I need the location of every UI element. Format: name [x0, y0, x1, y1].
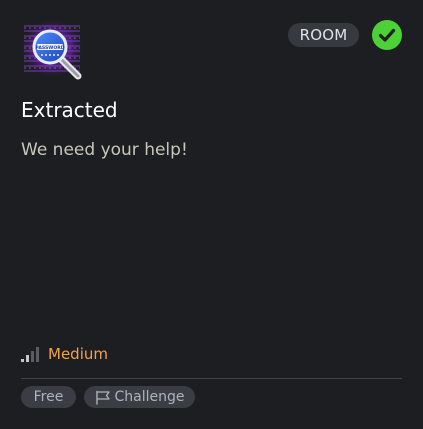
- divider: [21, 378, 402, 379]
- tag-label: Free: [33, 389, 64, 405]
- check-circle-icon: [372, 20, 402, 50]
- difficulty-label: Medium: [48, 345, 108, 363]
- difficulty-indicator: Medium: [21, 343, 108, 365]
- signal-bars-icon: [21, 347, 39, 362]
- password-magnifier-icon: PASSWORD: [20, 18, 86, 82]
- room-type-badge: ROOM: [288, 23, 359, 47]
- icon-text: PASSWORD: [35, 45, 64, 51]
- flag-icon: [95, 390, 110, 405]
- room-card[interactable]: PASSWORD ROOM Extracted We need your hel…: [0, 0, 423, 429]
- room-title[interactable]: Extracted: [21, 96, 118, 124]
- tag-free[interactable]: Free: [21, 386, 76, 408]
- tag-challenge[interactable]: Challenge: [84, 386, 195, 408]
- tag-label: Challenge: [114, 389, 185, 405]
- room-description: We need your help!: [21, 140, 188, 160]
